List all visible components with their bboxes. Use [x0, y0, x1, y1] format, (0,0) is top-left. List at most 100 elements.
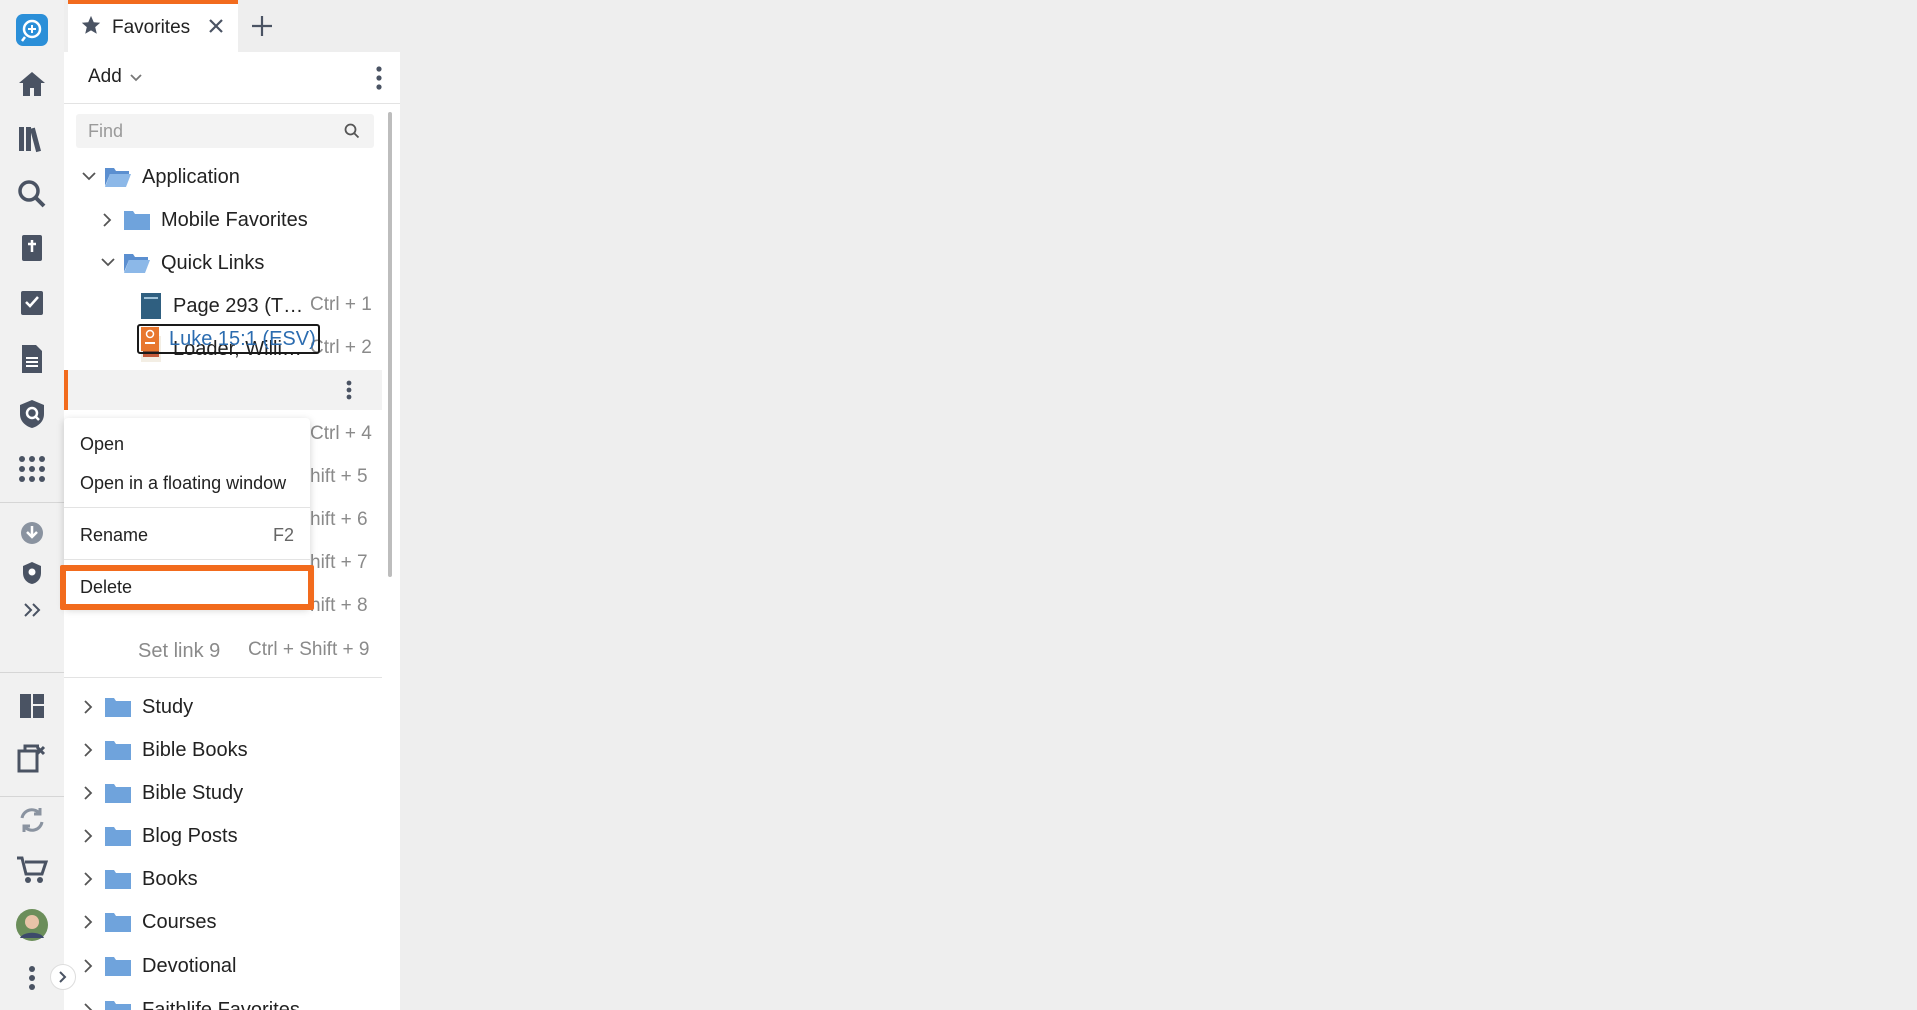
context-menu: Open Open in a floating window Rename F2…	[64, 418, 310, 608]
folder-open-icon	[104, 166, 132, 188]
folder-icon	[104, 782, 132, 804]
panel-scrollbar[interactable]	[388, 112, 392, 577]
apps-grid-icon[interactable]	[14, 451, 50, 487]
menu-item-delete[interactable]: Delete	[80, 577, 132, 598]
star-icon	[80, 14, 102, 42]
layouts-icon[interactable]	[14, 688, 50, 724]
chevron-down-icon[interactable]	[80, 172, 98, 182]
menu-divider	[64, 507, 310, 508]
book-cover-icon	[141, 293, 161, 319]
link-shortcut: hift + 8	[310, 595, 368, 616]
selected-row-highlight	[64, 370, 382, 410]
folder-bible-books[interactable]: Bible Books	[80, 730, 248, 770]
selected-link-luke[interactable]: Luke 15:1 (ESV)	[137, 324, 320, 354]
folder-icon	[104, 868, 132, 890]
folder-label: Books	[142, 867, 198, 890]
folder-bible-study[interactable]: Bible Study	[80, 773, 243, 813]
security-badge-icon[interactable]	[14, 555, 50, 591]
search-icon[interactable]	[344, 123, 360, 144]
folder-label: Quick Links	[161, 251, 265, 274]
folder-quick-links[interactable]: Quick Links	[99, 243, 264, 283]
chevron-right-icon[interactable]	[80, 1003, 98, 1010]
esv-bible-icon	[141, 327, 159, 351]
link-shortcut: Ctrl + 4	[310, 423, 372, 444]
folder-icon	[104, 825, 132, 847]
more-options-icon[interactable]	[14, 960, 50, 996]
folder-faithlife-favorites[interactable]: Faithlife Favorites	[80, 990, 300, 1010]
sync-icon[interactable]	[14, 802, 50, 838]
chevron-right-icon[interactable]	[80, 915, 98, 929]
folder-label: Blog Posts	[142, 824, 238, 847]
folder-courses[interactable]: Courses	[80, 902, 216, 942]
folder-mobile-favorites[interactable]: Mobile Favorites	[99, 200, 308, 240]
chevron-down-icon[interactable]	[99, 258, 117, 268]
folder-study[interactable]: Study	[80, 687, 193, 727]
factbook-icon[interactable]	[14, 396, 50, 432]
tab-favorites[interactable]: Favorites	[68, 0, 238, 52]
chevron-right-icon[interactable]	[80, 786, 98, 800]
expand-sidebar-button[interactable]	[50, 964, 76, 990]
folder-label: Devotional	[142, 954, 237, 977]
link-label: Luke 15:1 (ESV)	[169, 327, 316, 350]
download-icon[interactable]	[14, 515, 50, 551]
close-tab-icon[interactable]	[208, 18, 224, 40]
folder-application[interactable]: Application	[80, 157, 240, 197]
folder-icon	[104, 999, 132, 1010]
menu-item-open[interactable]: Open	[80, 434, 124, 455]
avatar[interactable]	[14, 907, 50, 943]
panel-menu-icon[interactable]	[376, 66, 382, 95]
document-icon[interactable]	[14, 341, 50, 377]
chevron-right-icon[interactable]	[80, 829, 98, 843]
close-panels-icon[interactable]	[14, 740, 50, 776]
folder-label: Application	[142, 165, 240, 188]
menu-item-rename[interactable]: Rename	[80, 525, 148, 546]
search-icon[interactable]	[14, 176, 50, 212]
chevron-down-icon	[130, 66, 142, 88]
link-shortcut: Ctrl + 1	[310, 294, 372, 315]
home-icon[interactable]	[14, 66, 50, 102]
row-menu-icon[interactable]	[346, 380, 352, 405]
folder-label: Faithlife Favorites	[142, 998, 300, 1010]
tab-title: Favorites	[112, 17, 191, 38]
list-item[interactable]: Set link 9	[138, 631, 220, 671]
folder-devotional[interactable]: Devotional	[80, 946, 237, 986]
link-label: Page 293 (T…	[173, 294, 304, 317]
folder-label: Study	[142, 695, 194, 718]
folder-icon	[123, 209, 151, 231]
list-item[interactable]: Page 293 (T…	[141, 286, 303, 326]
reading-plan-icon[interactable]	[14, 286, 50, 322]
menu-item-open-floating[interactable]: Open in a floating window	[80, 473, 286, 494]
chevron-right-icon[interactable]	[80, 872, 98, 886]
chevron-right-icon[interactable]	[80, 700, 98, 714]
find-input[interactable]: Find	[76, 114, 374, 148]
chevron-right-icon[interactable]	[80, 959, 98, 973]
link-shortcut: hift + 7	[310, 552, 368, 573]
folder-label: Courses	[142, 910, 217, 933]
left-nav-rail	[0, 0, 76, 1010]
folder-blog-posts[interactable]: Blog Posts	[80, 816, 238, 856]
link-shortcut: hift + 6	[310, 509, 368, 530]
add-button[interactable]: Add	[88, 66, 142, 88]
link-shortcut: hift + 5	[310, 466, 368, 487]
chevron-right-icon[interactable]	[99, 213, 117, 227]
folder-icon	[104, 739, 132, 761]
library-icon[interactable]	[14, 121, 50, 157]
folder-icon	[104, 696, 132, 718]
folder-label: Mobile Favorites	[161, 208, 308, 231]
folder-books[interactable]: Books	[80, 859, 198, 899]
new-tab-icon[interactable]	[250, 14, 274, 43]
rename-shortcut: F2	[272, 525, 294, 545]
logos-app-icon[interactable]	[14, 12, 50, 48]
menu-divider	[64, 559, 310, 560]
folder-label: Bible Books	[142, 738, 248, 761]
chevron-right-icon[interactable]	[80, 743, 98, 757]
cart-icon[interactable]	[14, 852, 50, 888]
bible-icon[interactable]	[14, 231, 50, 267]
expand-more-icon[interactable]	[14, 592, 50, 628]
find-placeholder: Find	[88, 120, 124, 141]
folder-open-icon	[123, 252, 151, 274]
link-label: Set link 9	[138, 639, 221, 662]
folder-icon	[104, 911, 132, 933]
panel-toolbar: Add	[64, 52, 400, 104]
add-button-label: Add	[88, 66, 122, 87]
